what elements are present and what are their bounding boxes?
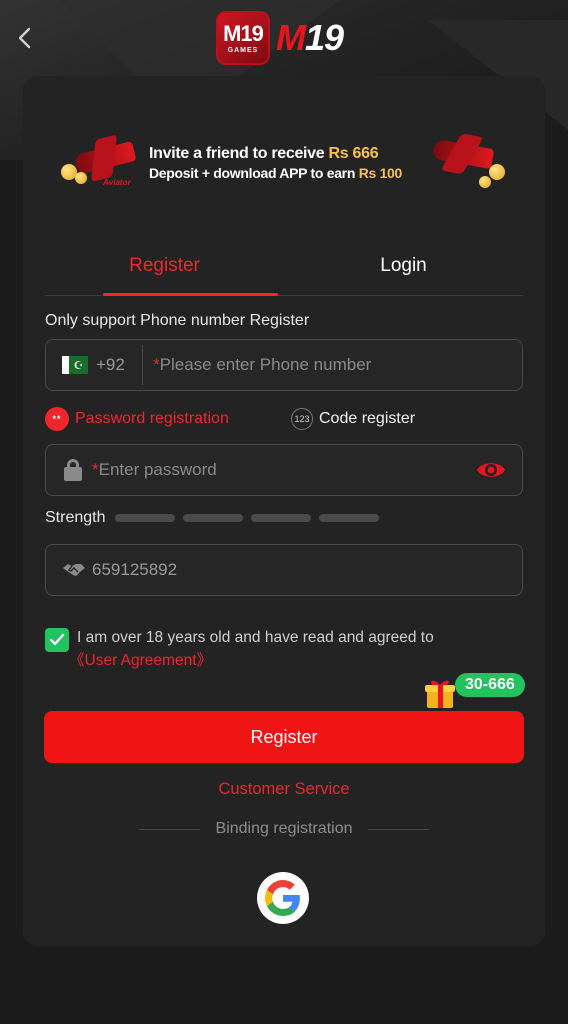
user-agreement-link[interactable]: 《User Agreement》 xyxy=(69,649,523,672)
promo-banner[interactable]: Aviator Invite a friend to receive Rs 66… xyxy=(59,134,509,192)
chevron-left-icon xyxy=(18,27,31,49)
required-mark: * xyxy=(153,355,160,374)
bonus-badge: 30-666 xyxy=(455,673,525,697)
banner-line-1-amount: Rs 666 xyxy=(328,145,379,162)
divider-line xyxy=(139,828,200,830)
banner-text: Invite a friend to receive Rs 666 Deposi… xyxy=(141,145,427,181)
pakistan-flag-icon: ☪ xyxy=(62,356,88,374)
invite-code-input[interactable]: 659125892 xyxy=(92,560,177,580)
phone-input[interactable]: *Please enter Phone number xyxy=(153,355,371,375)
aviator-plane-art: Aviator xyxy=(59,134,141,192)
logo-badge-sub: GAMES xyxy=(227,46,259,54)
strength-bar xyxy=(183,514,244,522)
invite-code-field[interactable]: 659125892 xyxy=(45,544,523,596)
lock-icon xyxy=(64,459,82,481)
coin-icon xyxy=(75,172,87,184)
password-registration-option[interactable]: ** Password registration xyxy=(45,407,291,431)
top-bar: M19 GAMES M19 xyxy=(0,0,568,76)
code-register-option[interactable]: 123 Code register xyxy=(291,408,415,430)
password-input[interactable]: *Enter password xyxy=(92,460,217,480)
banner-line-1-text: Invite a friend to receive xyxy=(149,145,329,162)
plane-icon xyxy=(431,138,495,170)
eye-icon[interactable] xyxy=(476,459,506,481)
register-mode-row: ** Password registration 123 Code regist… xyxy=(45,404,523,434)
password-mode-icon: ** xyxy=(45,407,69,431)
register-button[interactable]: Register xyxy=(44,711,524,763)
required-mark: * xyxy=(92,460,99,479)
code-register-label: Code register xyxy=(319,410,416,427)
coin-icon xyxy=(479,176,491,188)
phone-placeholder: Please enter Phone number xyxy=(159,355,372,374)
bonus-promo[interactable]: 30-666 xyxy=(423,673,525,713)
agreement-checkbox[interactable] xyxy=(45,628,69,652)
password-placeholder: Enter password xyxy=(98,460,217,479)
field-divider xyxy=(142,345,143,385)
agreement-statement: I am over 18 years old and have read and… xyxy=(77,629,434,646)
agreement-text: I am over 18 years old and have read and… xyxy=(69,626,523,672)
binding-registration-label: Binding registration xyxy=(215,820,353,837)
code-mode-icon: 123 xyxy=(291,408,313,430)
strength-bar xyxy=(319,514,380,522)
banner-line-2-amount: Rs 100 xyxy=(358,165,403,181)
tab-login[interactable]: Login xyxy=(284,246,523,295)
auth-tabs: Register Login xyxy=(45,246,523,296)
customer-service-link[interactable]: Customer Service xyxy=(23,780,545,799)
google-icon xyxy=(265,880,300,916)
back-button[interactable] xyxy=(10,22,40,54)
logo-badge-text: M19 xyxy=(223,20,264,46)
coin-icon xyxy=(489,164,505,180)
support-label: Only support Phone number Register xyxy=(45,312,310,329)
strength-bar xyxy=(115,514,176,522)
divider-line xyxy=(368,828,429,830)
banner-line-2-text: Deposit + download APP to earn xyxy=(149,165,359,181)
banner-line-1: Invite a friend to receive Rs 666 xyxy=(149,145,427,163)
banner-line-2: Deposit + download APP to earn Rs 100 xyxy=(149,165,427,181)
register-card: Aviator Invite a friend to receive Rs 66… xyxy=(23,76,545,946)
password-field[interactable]: *Enter password xyxy=(45,444,523,496)
logo-wordmark-m: M xyxy=(276,17,306,58)
country-code[interactable]: +92 xyxy=(96,355,140,375)
gift-icon xyxy=(425,680,455,708)
logo-badge: M19 GAMES xyxy=(216,11,270,65)
google-login-button[interactable] xyxy=(257,872,309,924)
handshake-icon xyxy=(63,564,85,576)
plane-icon xyxy=(73,141,137,175)
check-icon xyxy=(49,633,65,646)
logo-wordmark-num: 19 xyxy=(305,17,344,58)
password-strength: Strength xyxy=(45,509,387,527)
phone-field[interactable]: ☪ +92 *Please enter Phone number xyxy=(45,339,523,391)
strength-label: Strength xyxy=(45,509,106,526)
password-registration-label: Password registration xyxy=(75,410,229,427)
aviator-label: Aviator xyxy=(103,178,131,187)
tab-register[interactable]: Register xyxy=(45,246,284,296)
binding-registration-divider: Binding registration xyxy=(139,820,429,838)
app-logo: M19 GAMES M19 xyxy=(216,10,344,66)
plane-coins-art xyxy=(427,134,509,192)
strength-bar xyxy=(251,514,312,522)
logo-wordmark: M19 xyxy=(276,17,344,59)
agreement: I am over 18 years old and have read and… xyxy=(45,626,523,672)
